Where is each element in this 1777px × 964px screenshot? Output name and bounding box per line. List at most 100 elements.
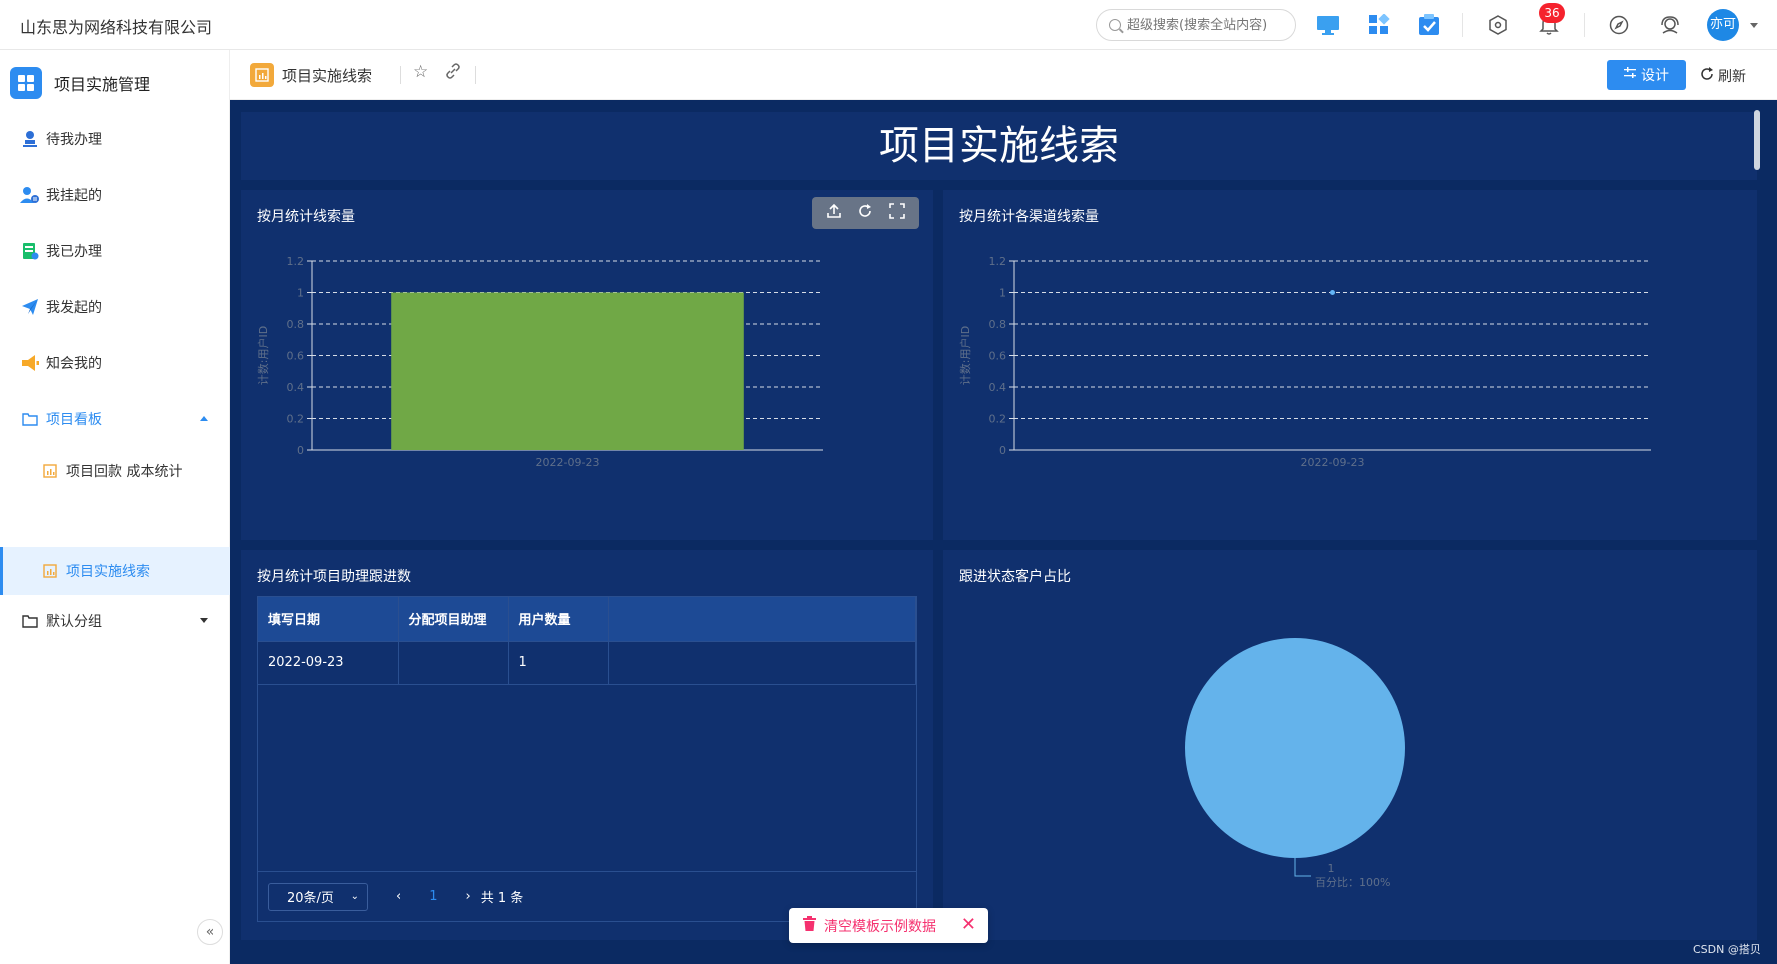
panel-assistant-followups: 按月统计项目助理跟进数 填写日期 分配项目助理 用户数量 2022-09-23 … — [241, 550, 933, 940]
chevron-up-icon — [200, 416, 208, 421]
y-tick-label: 0.2 — [287, 413, 305, 426]
pie-slice-label: 1 — [1328, 862, 1335, 875]
page-title: 项目实施线索 — [282, 67, 373, 85]
hexagon-icon[interactable] — [1485, 12, 1511, 38]
y-tick-label: 0.6 — [989, 350, 1007, 363]
prev-page-button[interactable]: ‹ — [396, 889, 401, 904]
compass-icon[interactable] — [1606, 12, 1632, 38]
chevron-down-icon: ⌄ — [350, 891, 359, 902]
todo-check-icon[interactable] — [1416, 12, 1442, 38]
refresh-button[interactable]: 刷新 — [1700, 66, 1746, 86]
credit-text: CSDN @搭贝 — [1693, 943, 1761, 956]
sidebar-item-project-leads[interactable]: 项目实施线索 — [0, 547, 230, 595]
y-tick-label: 1.2 — [989, 255, 1007, 268]
y-axis-label: 计数:用户ID — [958, 326, 972, 385]
folder-icon — [20, 409, 40, 429]
sidebar-item-initiated[interactable]: 我发起的 — [0, 283, 230, 331]
pie-chart: 1百分比：100% — [1185, 638, 1405, 889]
table-cell: 1 — [508, 640, 609, 684]
y-tick-label: 1.2 — [287, 255, 305, 268]
total-count: 共 1 条 — [480, 891, 524, 906]
column-header[interactable]: 分配项目助理 — [398, 597, 509, 641]
folder-icon — [20, 611, 40, 631]
design-button[interactable]: 设计 — [1607, 60, 1686, 90]
user-stamp-icon — [20, 129, 40, 149]
sidebar-item-project-payment[interactable]: 项目回款 成本统计 — [0, 447, 230, 495]
data-point — [1330, 290, 1335, 295]
pie-percent-label: 百分比：100% — [1315, 876, 1390, 889]
line-chart: 0 0.2 0.4 0.6 0.8 1 1.2 计数:用户ID 2022-09-23 — [958, 255, 1651, 469]
refresh-icon — [1700, 67, 1714, 85]
send-icon — [20, 297, 40, 317]
page-header: 项目实施线索 ☆ 设计 刷新 — [230, 50, 1777, 100]
y-tick-label: 1 — [297, 287, 304, 300]
chart-icon — [40, 461, 60, 481]
global-search[interactable] — [1096, 9, 1296, 41]
app-title: 项目实施管理 — [10, 67, 150, 99]
table-row[interactable]: 2022-09-23 1 — [258, 640, 916, 684]
collapse-sidebar-button[interactable]: « — [197, 919, 223, 945]
y-tick-label: 0.2 — [989, 413, 1007, 426]
star-icon[interactable]: ☆ — [413, 62, 428, 82]
y-tick-label: 0.4 — [287, 381, 305, 394]
dashboard-title: 项目实施线索 — [879, 123, 1119, 169]
user-menu-caret[interactable] — [1750, 23, 1758, 28]
x-tick-label: 2022-09-23 — [1301, 456, 1365, 469]
close-icon[interactable]: ✕ — [961, 914, 976, 935]
dashboard-canvas: 项目实施线索 按月统计线索量 0 0.2 0.4 0.6 0.8 1 1.2 计数:用户ID 2… — [230, 100, 1777, 964]
sidebar-item-suspended[interactable]: 我挂起的 — [0, 171, 230, 219]
page-number[interactable]: 1 — [429, 889, 437, 904]
table-header-row: 填写日期 分配项目助理 用户数量 — [258, 597, 916, 641]
app-title-text: 项目实施管理 — [54, 75, 151, 94]
report-icon — [250, 63, 274, 87]
sidebar-group-project-board[interactable]: 项目看板 — [0, 395, 230, 443]
table-empty-area — [258, 683, 916, 871]
bar — [391, 292, 744, 450]
y-tick-label: 0.6 — [287, 350, 305, 363]
app-logo-icon — [10, 67, 42, 99]
sidebar-item-notified[interactable]: 知会我的 — [0, 339, 230, 387]
monitor-icon[interactable] — [1315, 12, 1341, 38]
column-header[interactable]: 填写日期 — [258, 597, 399, 641]
task-done-icon — [20, 241, 40, 261]
bar-chart: 0 0.2 0.4 0.6 0.8 1 1.2 计数:用户ID 2022-09-23 — [256, 255, 823, 469]
scrollbar[interactable] — [1754, 110, 1760, 170]
company-name: 山东思为网络科技有限公司 — [20, 18, 213, 37]
panel-monthly-leads: 按月统计线索量 0 0.2 0.4 0.6 0.8 1 1.2 计数:用户ID 2022-09-… — [241, 190, 933, 540]
link-icon[interactable] — [445, 63, 461, 83]
y-tick-label: 1 — [999, 287, 1006, 300]
x-tick-label: 2022-09-23 — [536, 456, 600, 469]
sidebar-item-done[interactable]: 我已办理 — [0, 227, 230, 275]
followup-table: 填写日期 分配项目助理 用户数量 2022-09-23 1 — [257, 596, 917, 872]
column-header-empty — [608, 597, 916, 641]
chart-icon — [40, 561, 60, 581]
search-input[interactable] — [1127, 16, 1287, 34]
y-tick-label: 0.8 — [989, 318, 1007, 331]
sidebar: 项目实施管理 待我办理 我挂起的 我已办理 我发起的 知会我的 项目看板 项目回… — [0, 50, 230, 964]
top-bar: 山东思为网络科技有限公司 36 亦可 — [0, 0, 1777, 50]
y-tick-label: 0.8 — [287, 318, 305, 331]
table-cell — [608, 640, 916, 684]
next-page-button[interactable]: › — [465, 889, 470, 904]
chevron-down-icon — [200, 618, 208, 623]
avatar[interactable]: 亦可 — [1707, 9, 1739, 41]
apps-icon[interactable] — [1366, 12, 1392, 38]
clear-sample-data-bar[interactable]: 清空模板示例数据 ✕ — [789, 908, 988, 943]
y-tick-label: 0.4 — [989, 381, 1007, 394]
pie-label-line — [1294, 858, 1311, 877]
y-tick-label: 0 — [297, 444, 304, 457]
table-cell — [398, 640, 509, 684]
user-pause-icon — [20, 185, 40, 205]
pie-slice — [1185, 638, 1405, 858]
table-cell: 2022-09-23 — [258, 640, 399, 684]
trash-icon — [803, 916, 816, 935]
sidebar-group-default[interactable]: 默认分组 — [0, 597, 230, 645]
sidebar-item-pending[interactable]: 待我办理 — [0, 115, 230, 163]
dashboard-banner: 项目实施线索 — [241, 112, 1757, 180]
support-icon[interactable] — [1657, 12, 1683, 38]
notification-badge: 36 — [1539, 3, 1565, 23]
column-header[interactable]: 用户数量 — [508, 597, 609, 641]
sliders-icon — [1624, 67, 1636, 83]
page-size-select[interactable]: 20条/页 ⌄ — [268, 882, 368, 911]
megaphone-icon — [20, 353, 40, 373]
